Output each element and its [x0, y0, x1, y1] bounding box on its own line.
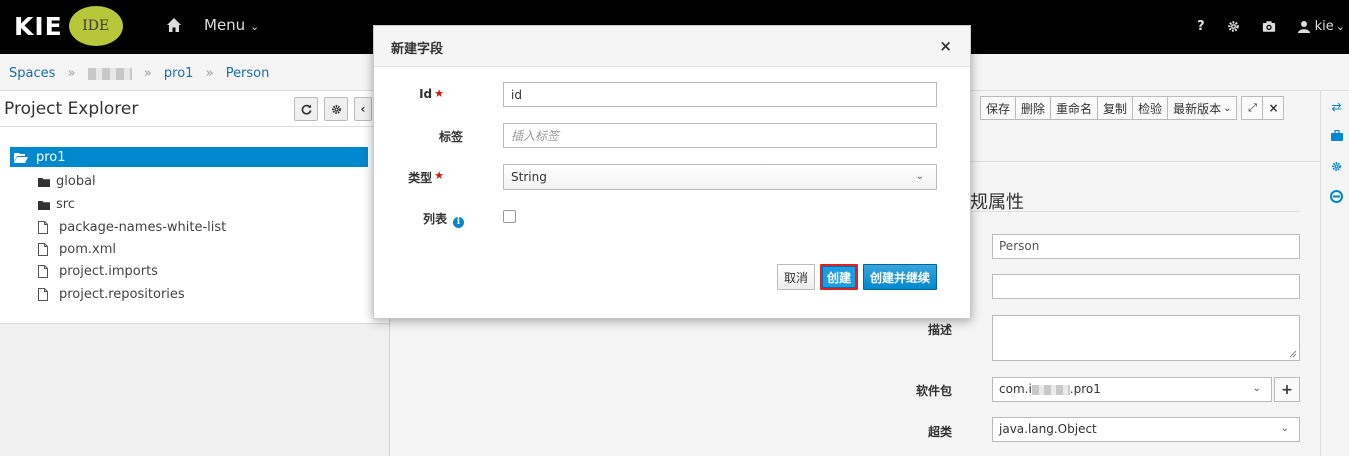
type-select[interactable]: String ⌄ [503, 164, 937, 190]
info-icon[interactable]: i [453, 217, 464, 228]
id-label: Id ★ [324, 87, 444, 101]
id-label-text: Id [419, 87, 433, 101]
create-and-continue-button[interactable]: 创建并继续 [863, 264, 937, 290]
type-select-value: String [511, 170, 547, 184]
id-input[interactable] [503, 82, 937, 107]
type-label: 类型 ★ [324, 169, 444, 186]
list-checkbox[interactable] [503, 210, 516, 223]
create-button[interactable]: 创建 [820, 264, 858, 290]
close-icon[interactable]: × [939, 37, 952, 55]
label-label: 标签 [438, 130, 463, 144]
required-star-icon: ★ [434, 169, 444, 182]
list-label: 列表 i [344, 210, 464, 228]
cancel-button[interactable]: 取消 [777, 264, 815, 290]
required-star-icon: ★ [434, 87, 444, 100]
type-label-text: 类型 [408, 171, 433, 185]
chevron-down-icon: ⌄ [915, 171, 924, 182]
list-label-text: 列表 [422, 212, 447, 226]
dialog-title: 新建字段 [391, 42, 444, 57]
label-input[interactable] [503, 123, 937, 148]
dialog-header: 新建字段 × [374, 26, 970, 67]
new-field-dialog: 新建字段 × Id★ 标签 类型★ String ⌄ 列表i 取消 创建 创建并… [373, 25, 971, 319]
